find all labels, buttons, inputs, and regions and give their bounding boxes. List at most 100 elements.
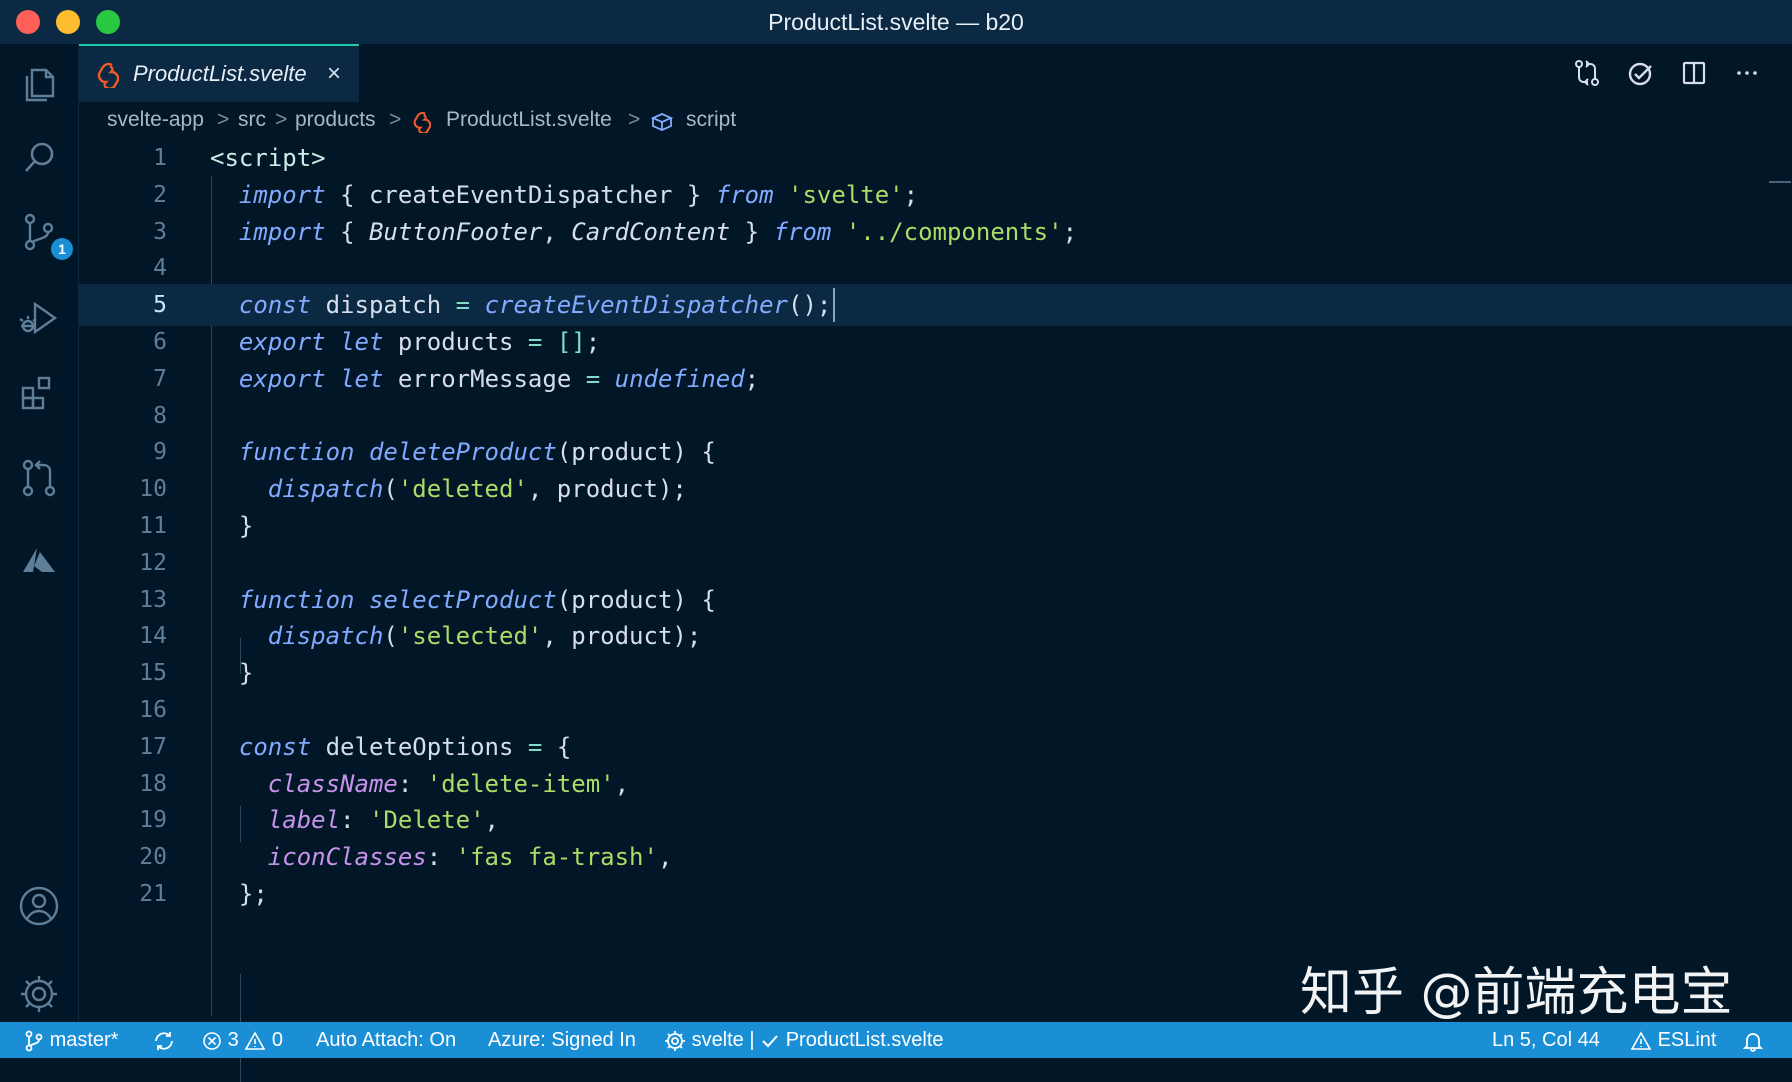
breadcrumb-item-file[interactable]: ProductList.svelte — [446, 108, 612, 132]
code-line[interactable]: 3 import { ButtonFooter, CardContent } f… — [79, 211, 1792, 253]
run-debug-icon[interactable] — [15, 294, 63, 342]
code-text: const dispatch = createEventDispatcher()… — [238, 291, 832, 320]
azure-icon[interactable] — [15, 536, 63, 584]
code-line[interactable]: 18 className: 'delete-item', — [79, 763, 1792, 805]
line-number: 6 — [153, 329, 167, 355]
code-line[interactable]: 16 — [79, 689, 1792, 731]
settings-gear-icon[interactable] — [15, 970, 63, 1018]
line-number: 11 — [139, 513, 167, 539]
breadcrumb-separator: > — [275, 108, 288, 131]
notifications-bell-icon[interactable] — [1742, 1022, 1764, 1058]
code-line[interactable]: 14 dispatch('selected', product); — [79, 615, 1792, 657]
code-line[interactable]: 15 } — [79, 652, 1792, 694]
current-line[interactable]: 5 const dispatch = createEventDispatcher… — [79, 284, 1792, 327]
branch-indicator[interactable]: master* — [24, 1022, 118, 1058]
source-control-icon[interactable]: 1 — [15, 208, 73, 260]
auto-attach-status[interactable]: Auto Attach: On — [316, 1022, 456, 1058]
code-text: }; — [238, 880, 268, 908]
line-number: 13 — [139, 586, 167, 613]
branch-name: master* — [49, 1029, 119, 1051]
code-line[interactable]: 11 } — [79, 505, 1792, 547]
line-number: 10 — [139, 476, 167, 503]
breadcrumb-item-src[interactable]: src — [238, 108, 266, 132]
code-text: className: 'delete-item', — [267, 769, 630, 798]
explorer-icon[interactable] — [15, 58, 63, 106]
status-bar: master* 3 0 Auto Attach: On Azure: Signe… — [0, 1022, 1792, 1058]
window-title: ProductList.svelte — b20 — [768, 9, 1024, 35]
check-icon — [762, 1035, 778, 1048]
line-number: 17 — [139, 733, 167, 760]
close-tab-icon[interactable]: × — [321, 61, 347, 87]
code-line[interactable]: 1 <script> — [79, 137, 1792, 179]
line-number: 4 — [153, 255, 167, 282]
code-text: function deleteProduct(product) { — [238, 438, 716, 467]
breadcrumb-item-products[interactable]: products — [295, 108, 376, 132]
compare-changes-icon[interactable] — [1570, 56, 1604, 90]
svelte-file-icon — [97, 62, 119, 88]
code-line[interactable]: 2 import { createEventDispatcher } from … — [79, 174, 1792, 216]
azure-status[interactable]: Azure: Signed In — [488, 1022, 636, 1058]
code-line[interactable]: 17 const deleteOptions = { — [79, 726, 1792, 768]
breadcrumb-item-script[interactable]: script — [686, 108, 736, 132]
svelte-file-icon — [413, 111, 431, 133]
gear-icon — [665, 1030, 685, 1051]
code-line[interactable]: 7 export let errorMessage = undefined; — [79, 358, 1792, 400]
breadcrumb: svelte-app > src > products > ProductLis… — [79, 102, 1792, 140]
check-icon[interactable] — [1623, 56, 1657, 90]
code-text: export let products = []; — [238, 328, 601, 356]
code-text: iconClasses: 'fas fa-trash', — [267, 843, 673, 872]
line-number: 21 — [139, 881, 167, 907]
svelte-status[interactable]: svelte | ProductList.svelte — [664, 1022, 944, 1058]
warning-count: 0 — [271, 1029, 283, 1051]
code-line[interactable]: 8 — [79, 395, 1792, 437]
accounts-icon[interactable] — [15, 882, 63, 930]
code-line[interactable]: 9 function deleteProduct(product) { — [79, 431, 1792, 473]
sync-icon[interactable] — [152, 1022, 176, 1058]
svelte-separator: | — [749, 1029, 755, 1051]
breadcrumb-item-svelte-app[interactable]: svelte-app — [107, 108, 204, 132]
code-line[interactable]: 13 function selectProduct(product) { — [79, 579, 1792, 621]
line-number: 15 — [139, 660, 167, 687]
code-text: import { ButtonFooter, CardContent } fro… — [238, 217, 1078, 246]
text-cursor — [833, 288, 835, 323]
line-number: 20 — [139, 844, 167, 871]
line-number: 19 — [139, 807, 167, 834]
cube-icon — [650, 113, 674, 131]
code-text: function selectProduct(product) { — [238, 585, 716, 614]
cursor-position[interactable]: Ln 5, Col 44 — [1492, 1022, 1600, 1058]
eslint-status[interactable]: ESLint — [1630, 1022, 1717, 1058]
title-bar: ProductList.svelte — b20 — [0, 0, 1792, 45]
code-text: export let errorMessage = undefined; — [238, 364, 760, 393]
code-line[interactable]: 21 }; — [79, 873, 1792, 915]
code-line[interactable]: 19 label: 'Delete', — [79, 799, 1792, 841]
code-line[interactable]: 12 — [79, 542, 1792, 584]
breadcrumb-separator: > — [217, 108, 230, 131]
scrollbar-marker[interactable] — [1769, 181, 1791, 183]
tab-bar: ProductList.svelte × — [79, 44, 1792, 102]
line-number: 8 — [153, 402, 167, 429]
code-text: label: 'Delete', — [267, 806, 499, 835]
line-number: 3 — [153, 218, 167, 245]
line-number: 2 — [153, 181, 167, 208]
breadcrumb-separator: > — [628, 108, 641, 131]
svelte-file-label: ProductList.svelte — [785, 1029, 944, 1051]
code-text: dispatch('deleted', product); — [267, 475, 687, 504]
extensions-icon[interactable] — [15, 370, 63, 418]
pull-requests-icon[interactable] — [15, 454, 63, 502]
code-line[interactable]: 6 export let products = []; — [79, 321, 1792, 363]
code-text: const deleteOptions = { — [238, 732, 572, 761]
more-actions-icon[interactable] — [1730, 56, 1764, 90]
code-text: <script> — [210, 144, 326, 172]
split-editor-icon[interactable] — [1677, 56, 1711, 90]
warning-icon — [244, 1031, 266, 1050]
code-line[interactable]: 20 iconClasses: 'fas fa-trash', — [79, 836, 1792, 878]
code-text: dispatch('selected', product); — [267, 622, 702, 651]
problems-indicator[interactable]: 3 0 — [202, 1022, 283, 1058]
error-icon — [203, 1031, 221, 1050]
line-number: 1 — [153, 145, 167, 171]
search-icon[interactable] — [15, 134, 63, 182]
tab-productlist[interactable]: ProductList.svelte × — [79, 44, 359, 102]
code-line[interactable]: 10 dispatch('deleted', product); — [79, 468, 1792, 510]
code-line[interactable]: 4 — [79, 247, 1792, 289]
code-text: } — [238, 659, 254, 688]
